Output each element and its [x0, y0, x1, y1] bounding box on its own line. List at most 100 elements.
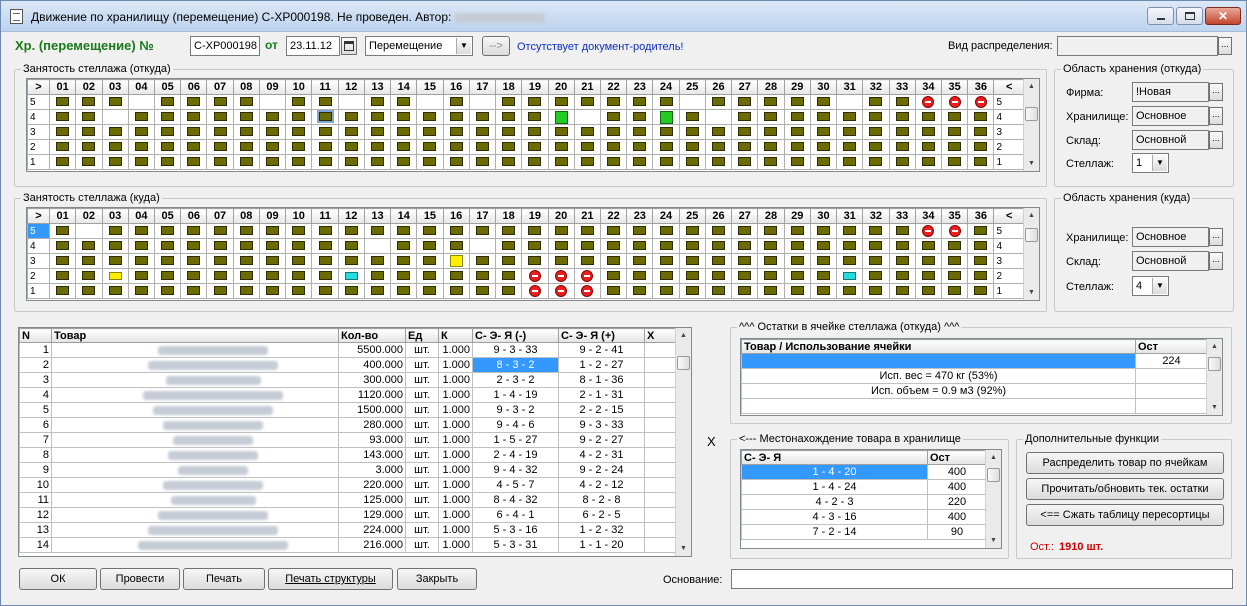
rack-cell[interactable]: [652, 94, 680, 110]
rack-cell[interactable]: [442, 283, 470, 299]
rack-cell[interactable]: [914, 124, 943, 140]
rack-col-header[interactable]: 28: [757, 208, 785, 224]
rack-col-header[interactable]: 22: [599, 208, 628, 224]
rack-cell[interactable]: [599, 253, 628, 269]
rack-cell[interactable]: [862, 94, 890, 110]
rack-cell[interactable]: [495, 139, 523, 155]
rack-cell[interactable]: [757, 238, 785, 254]
rack-cell[interactable]: [941, 109, 969, 125]
rack-col-header[interactable]: 14: [390, 208, 418, 224]
rack-cell[interactable]: [153, 283, 182, 299]
scroll-thumb[interactable]: [677, 356, 690, 370]
rack-cell[interactable]: [468, 253, 497, 269]
list-item[interactable]: 224: [741, 353, 1208, 369]
rack-cell[interactable]: [101, 154, 129, 170]
rack-cell[interactable]: [599, 283, 628, 299]
rack-cell[interactable]: [75, 139, 103, 155]
rack-cell[interactable]: [442, 154, 470, 170]
rack-cell[interactable]: [468, 154, 497, 170]
table-row[interactable]: 9 3.000 шт. 1.000 9 - 4 - 32 9 - 2 - 24: [19, 462, 677, 478]
rack-cell[interactable]: [704, 268, 733, 284]
qty-cell[interactable]: 280.000: [338, 417, 406, 433]
rack-cell[interactable]: [153, 109, 182, 125]
rack-cell[interactable]: [678, 139, 706, 155]
operation-select[interactable]: Перемещение ▼: [365, 36, 473, 56]
rack-cell[interactable]: [731, 283, 759, 299]
storage-from-field[interactable]: Основное: [1132, 106, 1209, 126]
x-cell[interactable]: [644, 477, 677, 493]
rack-cell[interactable]: [652, 109, 680, 125]
to-cell[interactable]: 1 - 2 - 27: [558, 357, 645, 373]
scroll-up-icon[interactable]: ▲: [986, 450, 1001, 465]
rack-col-header[interactable]: 23: [626, 208, 654, 224]
rack-cell[interactable]: [967, 94, 995, 110]
rack-cell[interactable]: [258, 283, 287, 299]
rack-cell[interactable]: [49, 154, 77, 170]
rack-cell[interactable]: [914, 109, 943, 125]
scroll-thumb[interactable]: [1025, 228, 1038, 242]
rack-cell[interactable]: [468, 139, 497, 155]
rack-cell[interactable]: [547, 109, 575, 125]
post-button[interactable]: Провести: [100, 568, 180, 590]
rack-cell[interactable]: [101, 223, 129, 239]
goods-col-header[interactable]: К: [438, 328, 473, 343]
rack-cell[interactable]: [127, 109, 155, 125]
rack-cell[interactable]: [783, 223, 811, 239]
rack-cell[interactable]: [967, 124, 995, 140]
rack-cell[interactable]: [941, 94, 969, 110]
rack-cell[interactable]: [626, 253, 654, 269]
scroll-up-icon[interactable]: ▲: [1024, 79, 1039, 94]
rack-col-header[interactable]: 11: [311, 208, 339, 224]
rack-cell[interactable]: [101, 283, 129, 299]
goods-table[interactable]: N Товар Кол-во Ед К С- Э- Я (-) С- Э- Я (+) Х 1 5…: [18, 327, 692, 557]
scroll-down-icon[interactable]: ▼: [1024, 285, 1039, 300]
rack-cell[interactable]: [49, 94, 77, 110]
table-row[interactable]: 14 216.000 шт. 1.000 5 - 3 - 31 1 - 1 - 20: [19, 537, 677, 553]
rack-cell[interactable]: [311, 109, 339, 125]
warehouse-to-select-button[interactable]: ...: [1209, 252, 1223, 270]
rack-cell[interactable]: [206, 253, 234, 269]
rack-cell[interactable]: [49, 238, 77, 254]
from-cell[interactable]: 8 - 4 - 32: [472, 492, 559, 508]
rack-cell[interactable]: [337, 253, 365, 269]
rack-col-header[interactable]: >: [27, 79, 51, 95]
qty-cell[interactable]: 1500.000: [338, 402, 406, 418]
rack-cell[interactable]: [652, 283, 680, 299]
rack-cell[interactable]: [678, 94, 706, 110]
rack-cell[interactable]: [599, 238, 628, 254]
rack-cell[interactable]: [888, 223, 916, 239]
rack-cell[interactable]: [599, 268, 628, 284]
rack-cell[interactable]: [416, 283, 444, 299]
rack-cell[interactable]: [495, 283, 523, 299]
rack-col-header[interactable]: <: [993, 208, 1025, 224]
table-row[interactable]: 8 143.000 шт. 1.000 2 - 4 - 19 4 - 2 - 31: [19, 447, 677, 463]
rack-cell[interactable]: [390, 124, 418, 140]
table-row[interactable]: 4 1120.000 шт. 1.000 1 - 4 - 19 2 - 1 - 31: [19, 387, 677, 403]
rack-cell[interactable]: [416, 139, 444, 155]
rack-col-header[interactable]: 18: [495, 208, 523, 224]
cell-rest-scrollbar[interactable]: ▲ ▼: [1206, 339, 1222, 415]
rack-cell[interactable]: [390, 94, 418, 110]
rack-cell[interactable]: [652, 268, 680, 284]
rack-cell[interactable]: [127, 94, 155, 110]
rack-cell[interactable]: [416, 253, 444, 269]
rack-col-header[interactable]: 16: [442, 79, 470, 95]
rack-cell[interactable]: [941, 223, 969, 239]
rack-cell[interactable]: [573, 238, 601, 254]
rack-cell[interactable]: [652, 253, 680, 269]
rack-cell[interactable]: [941, 124, 969, 140]
rack-col-header[interactable]: 06: [180, 79, 208, 95]
rack-col-header[interactable]: 31: [836, 208, 864, 224]
rack-cell[interactable]: [285, 139, 313, 155]
rack-cell[interactable]: [311, 268, 339, 284]
rack-cell[interactable]: [547, 253, 575, 269]
rack-cell[interactable]: [75, 94, 103, 110]
list-item[interactable]: 4 - 3 - 16 400: [741, 509, 987, 525]
rack-cell[interactable]: [599, 109, 628, 125]
list-item[interactable]: 7 - 2 - 14 90: [741, 524, 987, 540]
rack-cell[interactable]: [888, 283, 916, 299]
rack-cell[interactable]: [888, 154, 916, 170]
rack-cell[interactable]: [783, 109, 811, 125]
rack-cell[interactable]: [311, 253, 339, 269]
rack-cell[interactable]: [285, 238, 313, 254]
